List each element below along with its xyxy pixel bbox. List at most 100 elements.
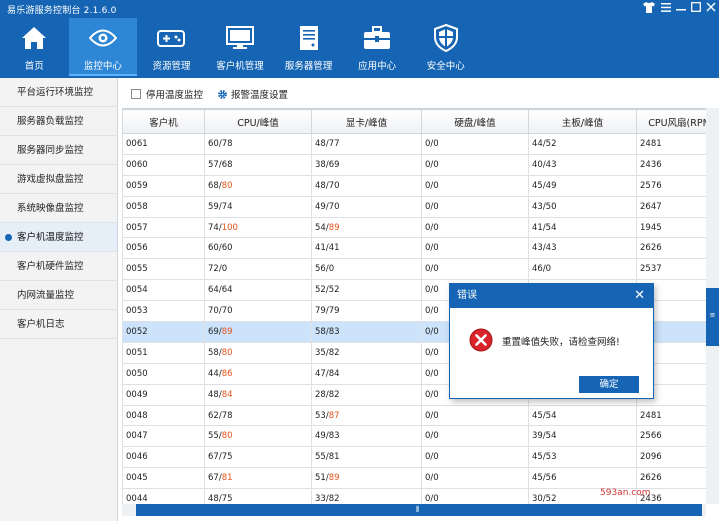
grip-icon: ⦀ <box>416 505 420 514</box>
nav-item-client-manage[interactable]: 客户机管理 <box>206 18 275 76</box>
table-row[interactable]: 0055 72/0 56/0 0/0 46/0 2537 <box>122 258 706 281</box>
gpu-cell: 35/82 <box>311 341 422 364</box>
disk-cell: 0/0 <box>421 425 529 448</box>
nav-item-monitor-center[interactable]: 监控中心 <box>68 18 138 76</box>
dialog-ok-button[interactable]: 确定 <box>579 376 639 393</box>
vertical-scrollbar[interactable]: ≡ <box>706 108 719 504</box>
board-cell: 46/0 <box>528 258 637 281</box>
fan-cell: 2481 <box>636 404 706 427</box>
table-row[interactable]: 0045 67/81 51/89 0/0 45/56 2626 <box>122 467 706 490</box>
cpu-cell: 67/81 <box>204 467 312 490</box>
sidebar-item-game-vdisk[interactable]: 游戏虚拟盘监控 <box>0 165 117 194</box>
dialog-message: 重置峰值失败，请检查网络! <box>502 337 620 348</box>
sidebar-item-lan-traffic[interactable]: 内网流量监控 <box>0 281 117 310</box>
client-id-cell: 0050 <box>122 362 205 385</box>
shield-icon <box>432 24 460 52</box>
table-row[interactable]: 0046 67/75 55/81 0/0 45/53 2096 <box>122 446 706 469</box>
board-cell: 45/56 <box>528 467 637 490</box>
gpu-cell: 33/82 <box>311 488 422 504</box>
client-id-cell: 0055 <box>122 258 205 281</box>
sidebar-item-system-image[interactable]: 系统映像盘监控 <box>0 194 117 223</box>
table-row[interactable]: 0056 60/60 41/41 0/0 43/43 2626 <box>122 237 706 260</box>
sidebar-item-server-load[interactable]: 服务器负载监控 <box>0 107 117 136</box>
gpu-cell: 38/69 <box>311 153 422 176</box>
briefcase-icon <box>363 24 391 52</box>
table-row[interactable]: 0048 62/78 53/87 0/0 45/54 2481 <box>122 404 706 427</box>
alarm-temp-settings-button[interactable]: 报警温度设置 <box>231 87 288 101</box>
sidebar-item-client-temp[interactable]: 客户机温度监控 <box>0 223 117 252</box>
gpu-cell: 79/79 <box>311 300 422 323</box>
table-row[interactable]: 0057 74/100 54/89 0/0 41/54 1945 <box>122 216 706 239</box>
fan-cell: 2626 <box>636 467 706 490</box>
sidebar-item-client-hardware[interactable]: 客户机硬件监控 <box>0 252 117 281</box>
disable-temp-monitor-checkbox[interactable] <box>131 89 141 99</box>
horizontal-scroll-thumb[interactable]: ⦀ <box>136 504 702 516</box>
nav-item-resources[interactable]: 资源管理 <box>137 18 206 76</box>
cpu-cell: 48/84 <box>204 383 312 406</box>
table-row[interactable]: 0058 59/74 49/70 0/0 43/50 2647 <box>122 195 706 218</box>
fan-cell: 2436 <box>636 153 706 176</box>
disable-temp-monitor-label[interactable]: 停用温度监控 <box>146 87 203 101</box>
gpu-cell: 54/89 <box>311 216 422 239</box>
disk-cell: 0/0 <box>421 488 529 504</box>
horizontal-scrollbar[interactable]: ⦀ <box>122 504 706 516</box>
column-header[interactable]: CPU/峰值 <box>204 109 312 134</box>
table-row[interactable]: 0060 57/68 38/69 0/0 40/43 2436 <box>122 153 706 176</box>
dialog-title: 错误 <box>457 290 477 301</box>
client-id-cell: 0046 <box>122 446 205 469</box>
nav-item-label: 资源管理 <box>152 61 191 72</box>
dialog-header: 错误 ✕ <box>450 284 653 308</box>
column-header[interactable]: 硬盘/峰值 <box>421 109 529 134</box>
nav-item-label: 应用中心 <box>358 61 397 72</box>
minimize-icon[interactable] <box>674 2 688 16</box>
column-header[interactable]: 客户机 <box>122 109 205 134</box>
table-row[interactable]: 0047 55/80 49/83 0/0 39/54 2566 <box>122 425 706 448</box>
cpu-cell: 58/80 <box>204 341 312 364</box>
title-bar: 易乐游服务控制台 2.1.6.0 首页 监控中心 资源管理 客户机管理 服务器管… <box>0 0 719 78</box>
column-header[interactable]: CPU风扇(RPM <box>636 109 706 134</box>
gear-icon <box>217 89 228 100</box>
column-header[interactable]: 主板/峰值 <box>528 109 637 134</box>
gpu-cell: 49/70 <box>311 195 422 218</box>
sidebar: 平台运行环境监控 服务器负载监控 服务器同步监控 游戏虚拟盘监控 系统映像盘监控… <box>0 78 118 521</box>
nav-item-security-center[interactable]: 安全中心 <box>411 18 480 76</box>
nav-item-label: 服务器管理 <box>284 61 333 72</box>
column-header[interactable]: 显卡/峰值 <box>311 109 422 134</box>
cpu-cell: 60/60 <box>204 237 312 260</box>
shirt-icon[interactable] <box>642 2 656 16</box>
disk-cell: 0/0 <box>421 237 529 260</box>
dialog-close-icon[interactable]: ✕ <box>634 284 645 308</box>
monitor-icon <box>226 24 255 52</box>
disk-cell: 0/0 <box>421 174 529 197</box>
cpu-cell: 60/78 <box>204 133 312 155</box>
fan-cell: 2647 <box>636 195 706 218</box>
window-title: 易乐游服务控制台 2.1.6.0 <box>7 6 117 16</box>
nav-item-home[interactable]: 首页 <box>0 18 69 76</box>
close-icon[interactable] <box>704 2 718 16</box>
disk-cell: 0/0 <box>421 216 529 239</box>
maximize-icon[interactable] <box>689 2 703 16</box>
sidebar-item-server-sync[interactable]: 服务器同步监控 <box>0 136 117 165</box>
nav-item-server-manage[interactable]: 服务器管理 <box>274 18 343 76</box>
gpu-cell: 52/52 <box>311 279 422 302</box>
client-id-cell: 0058 <box>122 195 205 218</box>
client-id-cell: 0047 <box>122 425 205 448</box>
table-row[interactable]: 0059 68/80 48/70 0/0 45/49 2576 <box>122 174 706 197</box>
table-row[interactable]: 0061 60/78 48/77 0/0 44/52 2481 <box>122 133 706 155</box>
fan-cell: 2537 <box>636 258 706 281</box>
menu-icon[interactable] <box>659 2 673 16</box>
nav-item-app-center[interactable]: 应用中心 <box>343 18 412 76</box>
cpu-cell: 67/75 <box>204 446 312 469</box>
gpu-cell: 51/89 <box>311 467 422 490</box>
cpu-cell: 57/68 <box>204 153 312 176</box>
gpu-cell: 56/0 <box>311 258 422 281</box>
cpu-cell: 62/78 <box>204 404 312 427</box>
vertical-scroll-thumb[interactable]: ≡ <box>706 288 719 346</box>
gpu-cell: 48/77 <box>311 133 422 155</box>
sidebar-item-client-log[interactable]: 客户机日志 <box>0 310 117 339</box>
board-cell: 43/50 <box>528 195 637 218</box>
sidebar-item-platform-env[interactable]: 平台运行环境监控 <box>0 78 117 107</box>
client-id-cell: 0056 <box>122 237 205 260</box>
dialog-body: 重置峰值失败，请检查网络! 确定 <box>450 308 653 400</box>
board-cell: 41/54 <box>528 216 637 239</box>
